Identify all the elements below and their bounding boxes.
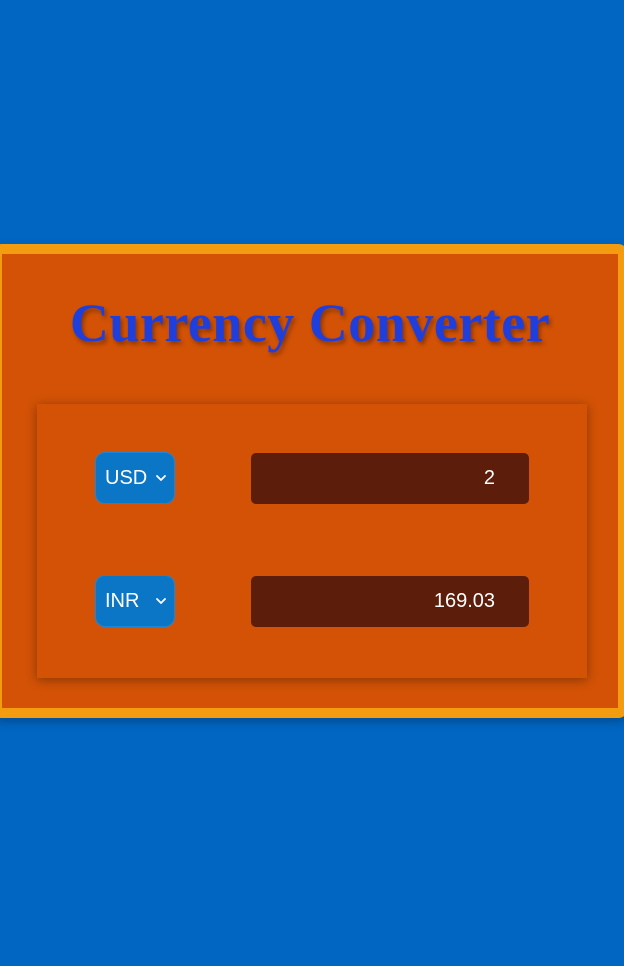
chevron-down-icon [156, 598, 166, 604]
from-amount-input[interactable]: 2 [251, 453, 529, 504]
to-row: INR 169.03 [37, 575, 587, 629]
from-currency-select[interactable]: USD [95, 452, 175, 504]
converter-card: Currency Converter USD 2 INR 169.03 [0, 244, 624, 718]
chevron-down-icon [156, 475, 166, 481]
page-title: Currency Converter [69, 293, 551, 353]
converter-panel: USD 2 INR 169.03 [37, 404, 587, 678]
to-currency-select[interactable]: INR [95, 575, 175, 627]
from-currency-label: USD [105, 466, 148, 489]
to-amount-input[interactable]: 169.03 [251, 576, 529, 627]
from-row: USD 2 [37, 452, 587, 506]
to-currency-label: INR [105, 589, 140, 612]
